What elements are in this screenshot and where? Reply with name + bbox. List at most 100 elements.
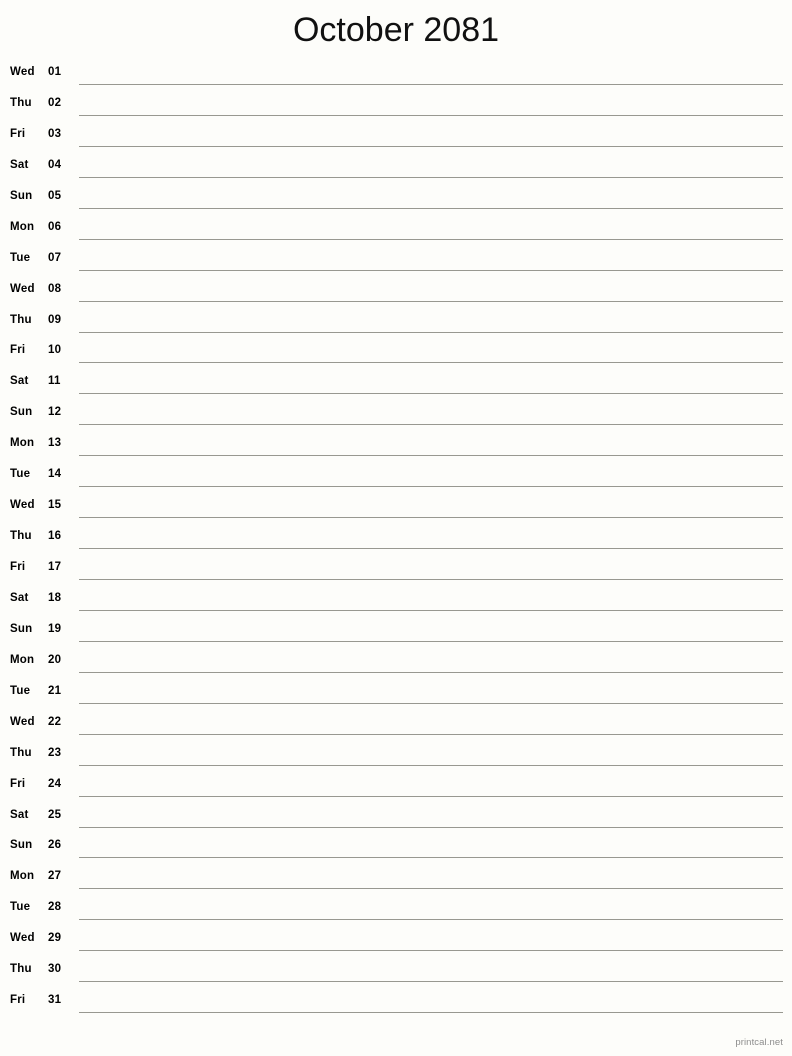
day-row: Sat 11 — [0, 369, 792, 400]
day-row: Sun 05 — [0, 184, 792, 215]
day-writing-line[interactable] — [79, 269, 783, 271]
day-writing-line[interactable] — [79, 517, 783, 519]
day-weekday-label: Fri — [10, 561, 26, 573]
day-weekday-label: Wed — [10, 499, 35, 512]
day-weekday-label: Mon — [10, 653, 35, 666]
day-number-label: 22 — [48, 715, 62, 728]
day-weekday-label: Sat — [10, 591, 29, 604]
day-weekday-label: Tue — [10, 684, 31, 697]
day-row: Fri 31 — [0, 988, 792, 1019]
day-row: Thu 09 — [0, 308, 792, 339]
calendar-page: October 2081 Wed 01 Thu 02 Fri 03 Sat 04 Sun 05 Mo… — [0, 0, 792, 1056]
day-weekday-label: Wed — [10, 715, 35, 728]
day-row: Mon 13 — [0, 431, 792, 462]
day-number-label: 08 — [48, 282, 62, 295]
day-writing-line[interactable] — [79, 1012, 783, 1014]
day-weekday-label: Thu — [10, 530, 32, 543]
day-row: Thu 23 — [0, 741, 792, 772]
day-writing-line[interactable] — [79, 486, 783, 488]
day-row: Wed 01 — [0, 60, 792, 91]
day-writing-line[interactable] — [79, 548, 783, 550]
day-writing-line[interactable] — [79, 826, 783, 828]
day-writing-line[interactable] — [79, 579, 783, 580]
day-weekday-label: Sat — [10, 375, 29, 388]
day-number-label: 25 — [48, 808, 62, 821]
day-writing-line[interactable] — [79, 671, 783, 673]
day-writing-line[interactable] — [79, 424, 783, 426]
day-row: Mon 20 — [0, 648, 792, 679]
day-row: Sat 18 — [0, 586, 792, 617]
day-row: Sat 25 — [0, 803, 792, 834]
day-number-label: 11 — [48, 375, 61, 388]
day-number-label: 18 — [48, 591, 62, 604]
day-writing-line[interactable] — [79, 888, 783, 890]
day-writing-line[interactable] — [79, 455, 783, 457]
day-row: Thu 02 — [0, 91, 792, 122]
day-writing-line[interactable] — [79, 609, 783, 611]
day-number-label: 09 — [48, 313, 62, 326]
day-writing-line[interactable] — [79, 362, 783, 364]
day-number-label: 17 — [48, 561, 62, 573]
day-writing-line[interactable] — [79, 981, 783, 983]
day-number-label: 14 — [48, 468, 62, 481]
day-writing-line[interactable] — [79, 795, 783, 797]
day-weekday-label: Mon — [10, 220, 35, 233]
day-rows-list: Wed 01 Thu 02 Fri 03 Sat 04 Sun 05 Mon 06 Tue 07 Wed 08… — [0, 60, 792, 1019]
day-number-label: 31 — [48, 994, 62, 1007]
day-weekday-label: Sun — [10, 189, 33, 202]
day-number-label: 27 — [48, 870, 62, 883]
day-weekday-label: Tue — [10, 901, 31, 914]
day-writing-line[interactable] — [79, 702, 783, 704]
day-weekday-label: Sun — [10, 839, 33, 852]
day-row: Sun 26 — [0, 833, 792, 864]
day-row: Tue 21 — [0, 679, 792, 710]
day-number-label: 24 — [48, 777, 62, 790]
day-row: Fri 24 — [0, 772, 792, 803]
footer-attribution: printcal.net — [735, 1037, 783, 1048]
day-weekday-label: Fri — [10, 994, 26, 1007]
day-row: Sun 19 — [0, 617, 792, 648]
day-writing-line[interactable] — [79, 857, 783, 859]
day-writing-line[interactable] — [79, 764, 783, 766]
day-number-label: 02 — [48, 96, 62, 109]
day-writing-line[interactable] — [79, 84, 783, 85]
day-writing-line[interactable] — [79, 393, 783, 395]
day-weekday-label: Sun — [10, 622, 33, 635]
day-number-label: 28 — [48, 901, 62, 914]
day-writing-line[interactable] — [79, 733, 783, 735]
day-row: Tue 28 — [0, 895, 792, 926]
day-writing-line[interactable] — [79, 176, 783, 178]
day-row: Fri 17 — [0, 555, 792, 586]
day-number-label: 29 — [48, 932, 62, 945]
day-number-label: 07 — [48, 251, 62, 264]
day-number-label: 05 — [48, 189, 62, 202]
day-row: Mon 06 — [0, 215, 792, 246]
day-writing-line[interactable] — [79, 950, 783, 952]
day-writing-line[interactable] — [79, 331, 783, 333]
day-writing-line[interactable] — [79, 919, 783, 921]
day-weekday-label: Thu — [10, 313, 32, 326]
day-weekday-label: Sat — [10, 808, 29, 821]
day-number-label: 01 — [48, 66, 62, 78]
day-number-label: 19 — [48, 622, 62, 635]
day-number-label: 21 — [48, 684, 62, 697]
day-row: Thu 16 — [0, 524, 792, 555]
day-number-label: 23 — [48, 746, 62, 759]
day-writing-line[interactable] — [79, 114, 783, 116]
day-weekday-label: Wed — [10, 66, 35, 78]
day-weekday-label: Wed — [10, 932, 35, 945]
day-writing-line[interactable] — [79, 238, 783, 240]
day-row: Sat 04 — [0, 153, 792, 184]
day-row: Thu 30 — [0, 957, 792, 988]
page-title: October 2081 — [292, 11, 500, 49]
day-writing-line[interactable] — [79, 640, 783, 642]
day-row: Sun 12 — [0, 400, 792, 431]
day-number-label: 15 — [48, 499, 62, 512]
day-writing-line[interactable] — [79, 300, 783, 302]
day-weekday-label: Mon — [10, 437, 35, 450]
day-writing-line[interactable] — [79, 145, 783, 147]
day-row: Wed 08 — [0, 277, 792, 308]
day-number-label: 16 — [48, 530, 62, 543]
day-number-label: 12 — [48, 406, 62, 419]
day-writing-line[interactable] — [79, 207, 783, 209]
